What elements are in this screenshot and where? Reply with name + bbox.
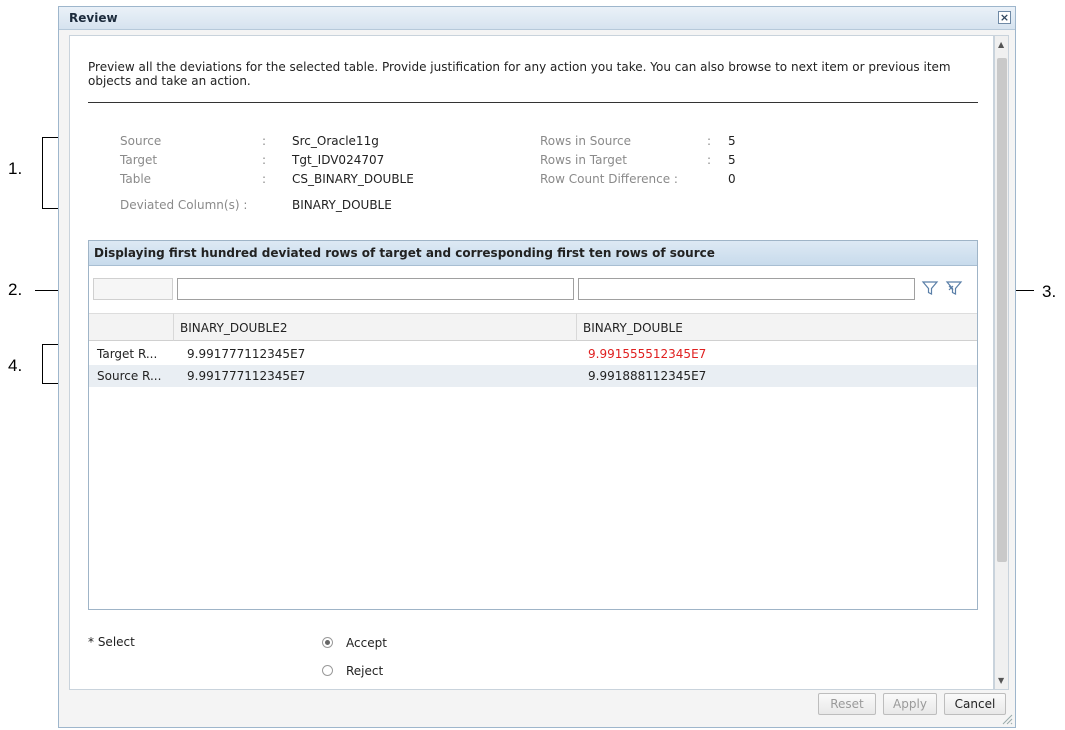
grid-title: Displaying first hundred deviated rows o… xyxy=(94,246,715,260)
deviation-grid: Displaying first hundred deviated rows o… xyxy=(88,240,978,610)
info-deviated: Deviated Column(s) : xyxy=(120,198,247,212)
divider xyxy=(88,102,978,103)
deviated-value: BINARY_DOUBLE xyxy=(292,198,392,212)
rows-source-label: Rows in Source xyxy=(540,134,631,148)
reject-radio[interactable] xyxy=(322,665,333,676)
filter-input-binary-double[interactable] xyxy=(578,278,915,300)
accept-radio[interactable] xyxy=(322,637,333,648)
scroll-down-icon[interactable]: ▼ xyxy=(998,676,1004,685)
rowdiff-label: Row Count Difference : xyxy=(540,172,678,186)
dialog-titlebar[interactable]: Review × xyxy=(59,7,1015,30)
table-row[interactable]: Target R... 9.991777112345E7 9.991555512… xyxy=(89,343,977,365)
resize-grip-icon[interactable] xyxy=(1001,713,1013,725)
row-label: Source R... xyxy=(97,369,162,383)
review-dialog: Review × Preview all the deviations for … xyxy=(58,6,1016,728)
apply-button[interactable]: Apply xyxy=(883,693,937,715)
filter-icon[interactable] xyxy=(921,279,939,297)
info-table: Table xyxy=(120,172,151,186)
info-source: Source xyxy=(120,134,161,148)
dialog-content: Preview all the deviations for the selec… xyxy=(69,35,994,690)
target-value: Tgt_IDV024707 xyxy=(292,153,385,167)
column-header-binary-double[interactable]: BINARY_DOUBLE xyxy=(576,313,977,341)
source-label: Source xyxy=(120,134,162,148)
rows-source-value: 5 xyxy=(728,134,736,148)
target-label: Target xyxy=(120,153,158,167)
cell-binary-double: 9.991888112345E7 xyxy=(588,369,707,383)
table-row[interactable]: Source R... 9.991777112345E7 9.991888112… xyxy=(89,365,977,387)
deviated-label: Deviated Column(s) : xyxy=(120,198,248,212)
cell-binary-double2: 9.991777112345E7 xyxy=(187,347,306,361)
info-target-sep: : xyxy=(262,153,267,167)
select-label: * Select xyxy=(88,635,135,649)
filter-input-binary-double2[interactable] xyxy=(177,278,574,300)
close-icon[interactable]: × xyxy=(998,11,1011,24)
cell-binary-double-deviated: 9.991555512345E7 xyxy=(588,347,707,361)
grid-header: Displaying first hundred deviated rows o… xyxy=(89,241,977,266)
info-source-sep: : xyxy=(262,134,267,148)
callout-4: 4. xyxy=(8,356,23,375)
info-target: Target xyxy=(120,153,157,167)
rows-source-sep: : xyxy=(707,134,712,148)
callout-1: 1. xyxy=(8,159,23,178)
clear-filter-icon[interactable] xyxy=(945,279,963,297)
callout-3: 3. xyxy=(1042,282,1057,301)
reset-button[interactable]: Reset xyxy=(818,693,876,715)
row-label: Target R... xyxy=(97,347,158,361)
source-value: Src_Oracle11g xyxy=(292,134,379,148)
callout-2: 2. xyxy=(8,280,23,299)
rows-target-value: 5 xyxy=(728,153,736,167)
table-value: CS_BINARY_DOUBLE xyxy=(292,172,414,186)
description-text: Preview all the deviations for the selec… xyxy=(88,60,951,88)
table-label: Table xyxy=(120,172,152,186)
cell-binary-double2: 9.991777112345E7 xyxy=(187,369,306,383)
cancel-button[interactable]: Cancel xyxy=(944,693,1006,715)
vertical-scrollbar[interactable]: ▲ ▼ xyxy=(994,35,1009,690)
reject-label[interactable]: Reject xyxy=(346,664,383,678)
dialog-title: Review xyxy=(69,11,118,25)
filter-input-rowlabel xyxy=(93,278,173,300)
scroll-thumb[interactable] xyxy=(997,58,1007,562)
column-header-rowlabel xyxy=(89,313,173,341)
rows-target-label: Rows in Target xyxy=(540,153,627,167)
accept-label[interactable]: Accept xyxy=(346,636,387,650)
info-table-sep: : xyxy=(262,172,267,186)
rows-target-sep: : xyxy=(707,153,712,167)
column-header-binary-double2[interactable]: BINARY_DOUBLE2 xyxy=(173,313,576,341)
scroll-up-icon[interactable]: ▲ xyxy=(998,40,1004,49)
rowdiff-value: 0 xyxy=(728,172,736,186)
